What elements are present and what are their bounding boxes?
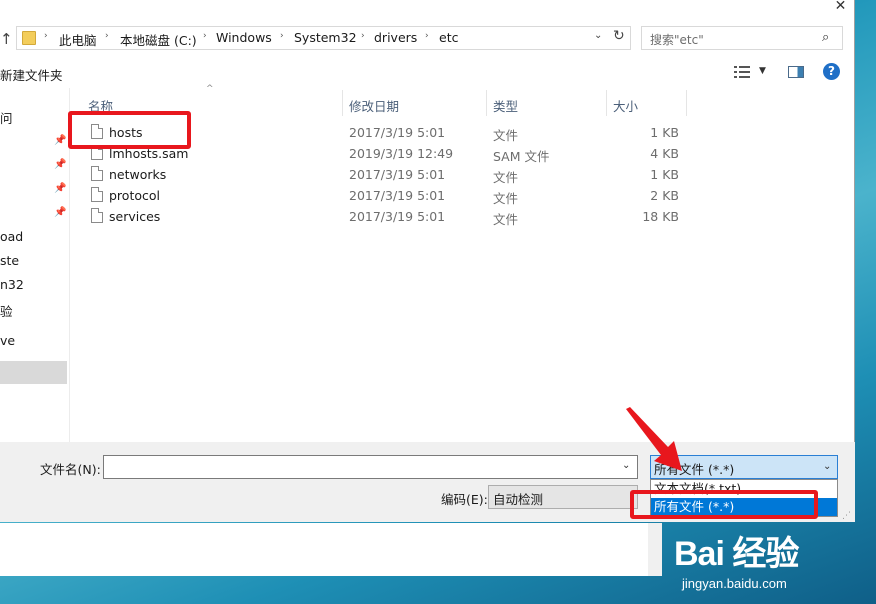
breadcrumb-separator-icon[interactable]: › [425, 31, 429, 41]
file-type: 文件 [493, 170, 519, 185]
search-icon[interactable]: ⌕ [822, 30, 829, 45]
view-options-icon[interactable] [734, 66, 750, 78]
breadcrumb-separator-icon[interactable]: › [280, 31, 284, 41]
nav-item[interactable]: 验 [0, 301, 13, 320]
new-folder-button[interactable]: 新建文件夹 [0, 65, 63, 84]
file-date: 2017/3/19 5:01 [349, 167, 446, 182]
file-row[interactable]: protocol 2017/3/19 5:01 文件 2 KB [86, 185, 686, 206]
file-icon [91, 166, 103, 181]
pin-icon[interactable]: 📌 [54, 159, 66, 170]
breadcrumb-drivers[interactable]: drivers [374, 30, 417, 45]
preview-pane-icon[interactable] [788, 66, 804, 78]
chevron-down-icon[interactable]: ⌄ [823, 461, 831, 472]
annotation-box-all-files [630, 490, 818, 519]
column-divider[interactable] [606, 90, 607, 116]
file-size: 1 KB [650, 125, 679, 140]
file-name[interactable]: services [109, 209, 160, 224]
search-input[interactable]: 搜索"etc" [650, 31, 704, 48]
file-type: 文件 [493, 128, 519, 143]
file-size: 2 KB [650, 188, 679, 203]
file-date: 2017/3/19 5:01 [349, 125, 446, 140]
file-date: 2019/3/19 12:49 [349, 146, 454, 161]
column-header-date[interactable]: 修改日期 [349, 96, 399, 115]
filename-input[interactable] [103, 455, 638, 479]
file-date: 2017/3/19 5:01 [349, 209, 446, 224]
encoding-label: 编码(E): [441, 492, 488, 507]
column-divider[interactable] [486, 90, 487, 116]
breadcrumb-separator-icon[interactable]: › [361, 31, 365, 41]
breadcrumb-windows[interactable]: Windows [216, 30, 272, 45]
file-type: 文件 [493, 212, 519, 227]
chevron-down-icon[interactable]: ▼ [759, 66, 766, 76]
file-name[interactable]: protocol [109, 188, 160, 203]
file-icon [91, 187, 103, 202]
pin-icon[interactable]: 📌 [54, 207, 66, 218]
watermark-url: jingyan.baidu.com [682, 576, 787, 591]
close-button[interactable]: ✕ [826, 0, 855, 14]
file-size: 4 KB [650, 146, 679, 161]
file-date: 2017/3/19 5:01 [349, 188, 446, 203]
breadcrumb-separator-icon[interactable]: › [203, 31, 207, 41]
file-row[interactable]: services 2017/3/19 5:01 文件 18 KB [86, 206, 686, 227]
breadcrumb-local-disk[interactable]: 本地磁盘 (C:) [120, 30, 197, 49]
file-icon [91, 208, 103, 223]
file-size: 18 KB [642, 209, 679, 224]
breadcrumb-separator-icon[interactable]: › [44, 31, 48, 41]
search-box[interactable]: 搜索"etc" ⌕ [641, 26, 843, 50]
baidu-watermark: Bai 经验 jingyan.baidu.com [672, 520, 876, 604]
file-name[interactable]: networks [109, 167, 166, 182]
file-type: SAM 文件 [493, 149, 550, 164]
pin-icon[interactable]: 📌 [54, 135, 66, 146]
column-header-type[interactable]: 类型 [493, 96, 518, 115]
breadcrumb-etc[interactable]: etc [439, 30, 458, 45]
pin-icon[interactable]: 📌 [54, 183, 66, 194]
column-divider[interactable] [686, 90, 687, 116]
file-row[interactable]: networks 2017/3/19 5:01 文件 1 KB [86, 164, 686, 185]
nav-item[interactable]: ste [0, 253, 19, 268]
filename-label: 文件名(N): [40, 462, 101, 477]
nav-item[interactable]: oad [0, 229, 23, 244]
breadcrumb-this-pc[interactable]: 此电脑 [59, 30, 97, 49]
breadcrumb-system32[interactable]: System32 [294, 30, 357, 45]
annotation-box-hosts [68, 111, 191, 149]
breadcrumb-separator-icon[interactable]: › [105, 31, 109, 41]
file-type: 文件 [493, 191, 519, 206]
annotation-arrow-icon [626, 407, 682, 471]
background-window [0, 523, 662, 576]
address-bar[interactable]: › 此电脑 › 本地磁盘 (C:) › Windows › System32 ›… [16, 26, 631, 50]
up-arrow-icon[interactable]: ↑ [0, 29, 14, 49]
encoding-select[interactable]: 自动检测 [488, 485, 638, 509]
folder-icon [22, 31, 36, 45]
nav-item[interactable]: n32 [0, 277, 24, 292]
sort-caret-icon: ^ [206, 84, 214, 94]
help-icon[interactable]: ? [823, 63, 840, 80]
nav-item-selected[interactable] [0, 361, 67, 384]
chevron-down-icon[interactable]: ⌄ [594, 30, 602, 41]
file-size: 1 KB [650, 167, 679, 182]
nav-item[interactable]: ve [0, 333, 15, 348]
column-divider[interactable] [342, 90, 343, 116]
encoding-value: 自动检测 [493, 492, 544, 507]
column-header-size[interactable]: 大小 [613, 96, 638, 115]
watermark-logo: Bai 经验 [674, 535, 799, 573]
refresh-icon[interactable]: ↻ [613, 28, 625, 44]
nav-item[interactable]: 问 [0, 108, 13, 127]
background-window-scrollbar[interactable] [648, 523, 662, 576]
